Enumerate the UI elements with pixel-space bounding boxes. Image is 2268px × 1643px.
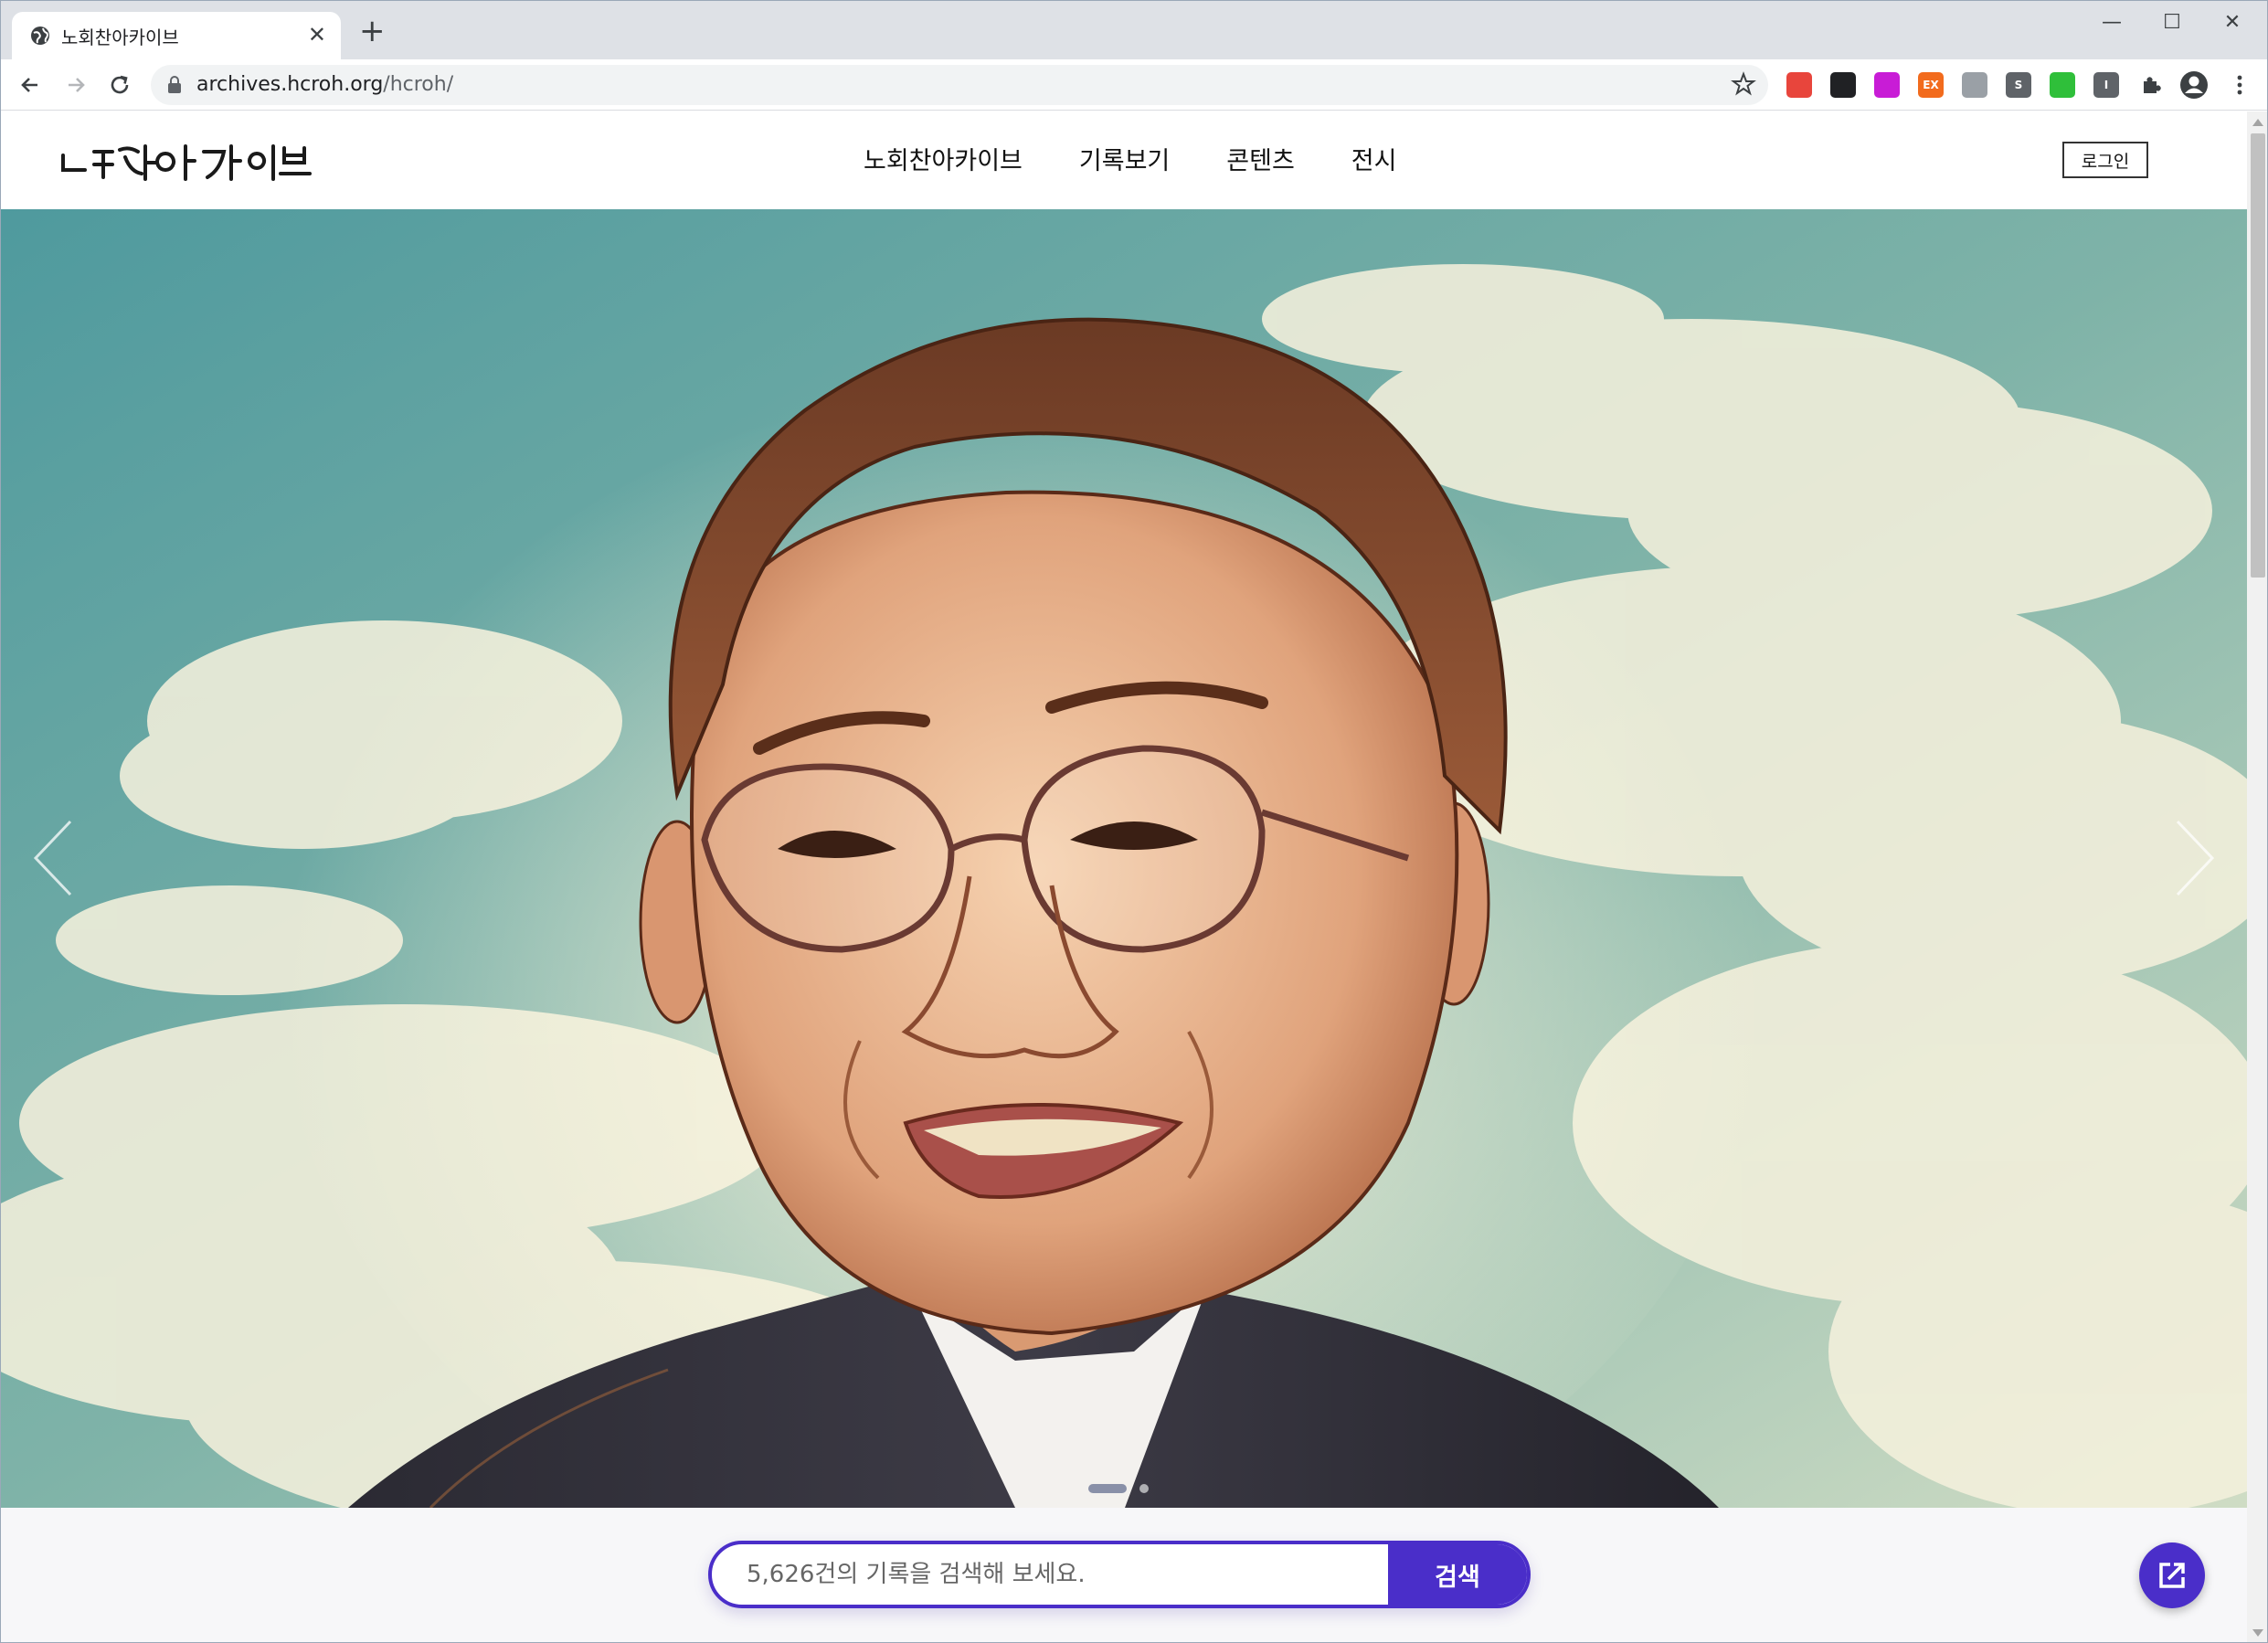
main-nav: 노회찬아카이브 기록보기 콘텐츠 전시 [864,141,1396,176]
url-path: /hcroh/ [383,73,454,96]
url-host: archives.hcroh.org [196,73,384,96]
reload-icon[interactable] [103,69,136,101]
slider-prev-arrow-icon[interactable] [26,812,81,904]
purple-ext-icon[interactable] [1874,72,1900,98]
search-button[interactable]: 검색 [1388,1544,1527,1605]
ex-ext-icon[interactable]: EX [1918,72,1944,98]
i-ext-icon[interactable]: I [2093,72,2119,98]
lock-icon [168,76,181,93]
pdf-ext-icon[interactable] [1830,72,1856,98]
page-scrollbar[interactable] [2247,111,2267,1642]
tab-strip: 노회찬아카이브 ✕ + — ☐ ✕ [1,1,2267,59]
screen-ext-icon[interactable] [1962,72,1987,98]
bookmark-star-icon[interactable] [1730,70,1757,98]
forward-arrow-icon[interactable] [59,69,92,101]
web-page: 노회찬아카이브 기록보기 콘텐츠 전시 로그인 5,626건의 기록을 검색해 … [1,111,2247,1642]
hero-portrait-illustration [1,209,2247,1508]
close-icon[interactable]: ✕ [308,21,326,48]
address-bar[interactable]: archives.hcroh.org/hcroh/ [151,65,1768,105]
minimize-icon[interactable]: — [2084,6,2139,39]
url-text[interactable]: archives.hcroh.org/hcroh/ [196,73,453,96]
slider-dot-1[interactable] [1088,1484,1127,1493]
scroll-thumb[interactable] [2251,133,2265,578]
slider-next-arrow-icon[interactable] [2167,812,2221,904]
s-ext-icon[interactable]: S [2006,72,2031,98]
external-link-icon [2159,1563,2185,1588]
new-tab-icon[interactable]: + [359,16,386,47]
search-section: 검색 [1,1508,2247,1642]
active-tab[interactable]: 노회찬아카이브 ✕ [12,12,341,59]
login-button[interactable]: 로그인 [2062,142,2148,178]
nav-item-archive[interactable]: 노회찬아카이브 [864,141,1023,176]
nav-item-contents[interactable]: 콘텐츠 [1226,141,1295,176]
profile-avatar-icon[interactable] [2178,69,2210,101]
green-ext-icon[interactable] [2050,72,2075,98]
hero-slider [1,209,2247,1508]
window-close-icon[interactable]: ✕ [2205,6,2260,39]
nav-item-exhibition[interactable]: 전시 [1351,141,1397,176]
browser-window: 노회찬아카이브 ✕ + — ☐ ✕ archives.hcroh.org/hcr… [0,0,2268,1643]
scroll-up-icon[interactable] [2252,119,2263,126]
globe-icon [31,26,49,45]
tab-title: 노회찬아카이브 [61,26,179,48]
kebab-menu-icon[interactable] [2223,69,2256,101]
record-ext-icon[interactable] [1786,72,1812,98]
share-button[interactable] [2139,1542,2205,1608]
slider-pagination [1088,1484,1149,1493]
search-bar: 검색 [708,1541,1531,1608]
maximize-icon[interactable]: ☐ [2145,6,2199,39]
scroll-down-icon[interactable] [2252,1629,2263,1637]
back-arrow-icon[interactable] [14,69,47,101]
nav-item-records[interactable]: 기록보기 [1079,141,1170,176]
search-input[interactable] [712,1544,1390,1605]
slider-dot-2[interactable] [1139,1484,1149,1493]
site-header: 노회찬아카이브 기록보기 콘텐츠 전시 로그인 [1,111,2247,209]
site-logo[interactable] [58,133,313,188]
browser-toolbar: archives.hcroh.org/hcroh/ EX S I [1,59,2267,111]
puzzle-icon[interactable] [2135,69,2167,101]
